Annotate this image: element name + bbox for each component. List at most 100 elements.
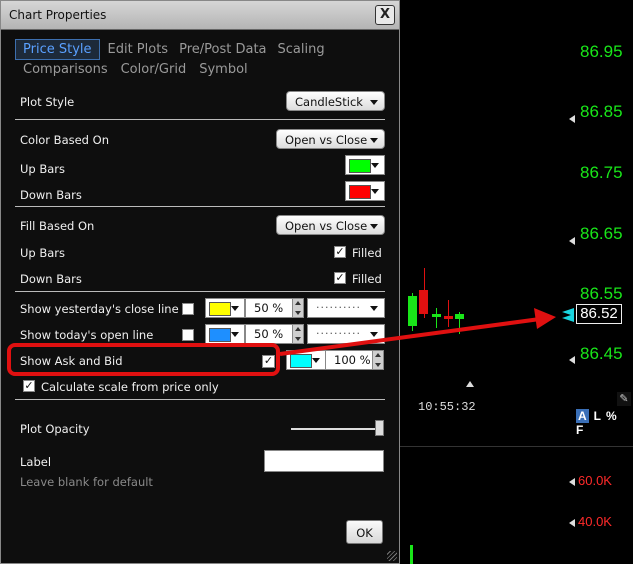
time-axis-label: 10:55:32 xyxy=(418,400,476,414)
chevron-down-icon xyxy=(370,100,378,105)
opacity-stepper[interactable] xyxy=(372,350,384,370)
volume-axis-label: 60.0K xyxy=(578,473,612,488)
close-button[interactable]: X xyxy=(375,5,395,25)
candle-wick xyxy=(436,308,437,328)
price-axis-label: 86.55 xyxy=(580,284,623,303)
label-field-label: Label xyxy=(20,455,52,469)
resize-grip[interactable] xyxy=(387,551,397,561)
plot-style-dropdown[interactable]: CandleStick xyxy=(286,91,385,111)
price-axis-label: 86.75 xyxy=(580,163,623,182)
down-bars-label: Down Bars xyxy=(20,188,82,202)
fill-based-on-value: Open vs Close xyxy=(285,219,368,233)
panel-divider[interactable] xyxy=(400,446,633,447)
dialog-title: Chart Properties xyxy=(9,8,107,22)
price-axis-label: 86.95 xyxy=(580,42,623,61)
yesterday-close-label: Show yesterday's close line xyxy=(20,302,179,316)
chevron-down-icon xyxy=(371,163,379,168)
yesterday-close-color-picker[interactable] xyxy=(205,298,245,318)
color-based-on-label: Color Based On xyxy=(20,133,109,147)
price-axis-label: 86.65 xyxy=(580,224,623,243)
today-open-checkbox[interactable] xyxy=(182,329,194,341)
opacity-stepper[interactable] xyxy=(292,298,304,318)
tab-symbol[interactable]: Symbol xyxy=(199,60,247,79)
scale-fit-button[interactable]: F xyxy=(576,423,583,437)
candle-body xyxy=(408,296,417,326)
chevron-down-icon xyxy=(231,306,239,311)
separator xyxy=(15,291,385,292)
bid-marker xyxy=(562,314,574,322)
scale-buttons: A L % F xyxy=(576,409,633,437)
highlight-box xyxy=(7,343,280,376)
scroll-up-arrow-icon[interactable] xyxy=(466,381,474,387)
ask-bid-opacity-input[interactable]: 100 % xyxy=(325,350,373,370)
candle-body xyxy=(444,316,453,319)
chevron-down-icon xyxy=(370,138,378,143)
label-hint: Leave blank for default xyxy=(20,475,153,489)
fill-based-on-label: Fill Based On xyxy=(20,219,95,233)
price-axis-label: 86.45 xyxy=(580,344,623,363)
axis-tick-arrow xyxy=(569,478,575,486)
up-bars-label: Up Bars xyxy=(20,162,66,176)
volume-bar xyxy=(410,545,413,564)
price-axis-label: 86.85 xyxy=(580,102,623,121)
volume-axis-label: 40.0K xyxy=(578,514,612,529)
fill-up-bars-label: Up Bars xyxy=(20,246,66,260)
tab-scaling[interactable]: Scaling xyxy=(278,40,325,59)
ok-button[interactable]: OK xyxy=(346,520,383,544)
separator xyxy=(15,119,385,120)
color-based-on-value: Open vs Close xyxy=(285,133,368,147)
scale-log-button[interactable]: L xyxy=(594,409,601,423)
fill-down-bars-label: Down Bars xyxy=(20,272,82,286)
line-style-value: ·········· xyxy=(316,301,361,314)
yesterday-close-checkbox[interactable] xyxy=(182,303,194,315)
color-based-on-dropdown[interactable]: Open vs Close xyxy=(276,129,385,149)
tab-color-grid[interactable]: Color/Grid xyxy=(121,60,187,79)
calc-scale-label: Calculate scale from price only xyxy=(41,380,219,394)
down-bars-color-picker[interactable] xyxy=(345,181,385,201)
yesterday-close-line-style-dropdown[interactable]: ·········· xyxy=(307,298,385,318)
axis-tick-arrow xyxy=(569,519,575,527)
yesterday-close-opacity-input[interactable]: 50 % xyxy=(245,298,293,318)
fill-down-bars-checkbox[interactable]: ✓ xyxy=(334,272,346,284)
chevron-down-icon xyxy=(231,332,239,337)
scale-percent-button[interactable]: % xyxy=(606,409,617,423)
plot-opacity-slider-thumb[interactable] xyxy=(375,420,384,436)
up-bars-color-picker[interactable] xyxy=(345,155,385,175)
today-open-opacity-input[interactable]: 50 % xyxy=(245,324,293,344)
fill-based-on-dropdown[interactable]: Open vs Close xyxy=(276,215,385,235)
scale-auto-button[interactable]: A xyxy=(576,409,589,423)
color-swatch xyxy=(349,159,371,173)
tab-comparisons[interactable]: Comparisons xyxy=(23,60,108,79)
chevron-down-icon xyxy=(370,306,378,311)
chevron-down-icon xyxy=(370,332,378,337)
current-price-box: 86.52 xyxy=(576,304,622,324)
plot-opacity-slider-track[interactable] xyxy=(291,428,383,430)
today-open-color-picker[interactable] xyxy=(205,324,245,344)
color-swatch xyxy=(209,328,231,342)
axis-tick-arrow xyxy=(569,237,575,245)
filled-label: Filled xyxy=(352,246,382,260)
chevron-down-icon xyxy=(371,189,379,194)
calc-scale-checkbox[interactable]: ✓ xyxy=(23,380,35,392)
axis-tick-arrow xyxy=(569,356,575,364)
label-input[interactable] xyxy=(264,450,384,472)
tab-price-style[interactable]: Price Style xyxy=(15,39,100,60)
plot-style-value: CandleStick xyxy=(295,95,363,109)
line-style-value: ·········· xyxy=(316,327,361,340)
chevron-down-icon xyxy=(312,358,320,363)
today-open-line-style-dropdown[interactable]: ·········· xyxy=(307,324,385,344)
plot-opacity-label: Plot Opacity xyxy=(20,422,90,436)
tab-edit-plots[interactable]: Edit Plots xyxy=(108,40,169,59)
candle-body xyxy=(419,290,428,314)
pencil-icon[interactable]: ✎ xyxy=(617,392,631,406)
opacity-stepper[interactable] xyxy=(292,324,304,344)
dialog-titlebar[interactable]: Chart Properties X xyxy=(1,1,399,30)
color-swatch xyxy=(290,354,312,368)
separator xyxy=(15,399,385,400)
today-open-label: Show today's open line xyxy=(20,328,154,342)
tab-pre-post-data[interactable]: Pre/Post Data xyxy=(179,40,266,59)
filled-label: Filled xyxy=(352,272,382,286)
chevron-down-icon xyxy=(370,224,378,229)
fill-up-bars-checkbox[interactable]: ✓ xyxy=(334,246,346,258)
ask-bid-color-picker[interactable] xyxy=(286,350,326,370)
